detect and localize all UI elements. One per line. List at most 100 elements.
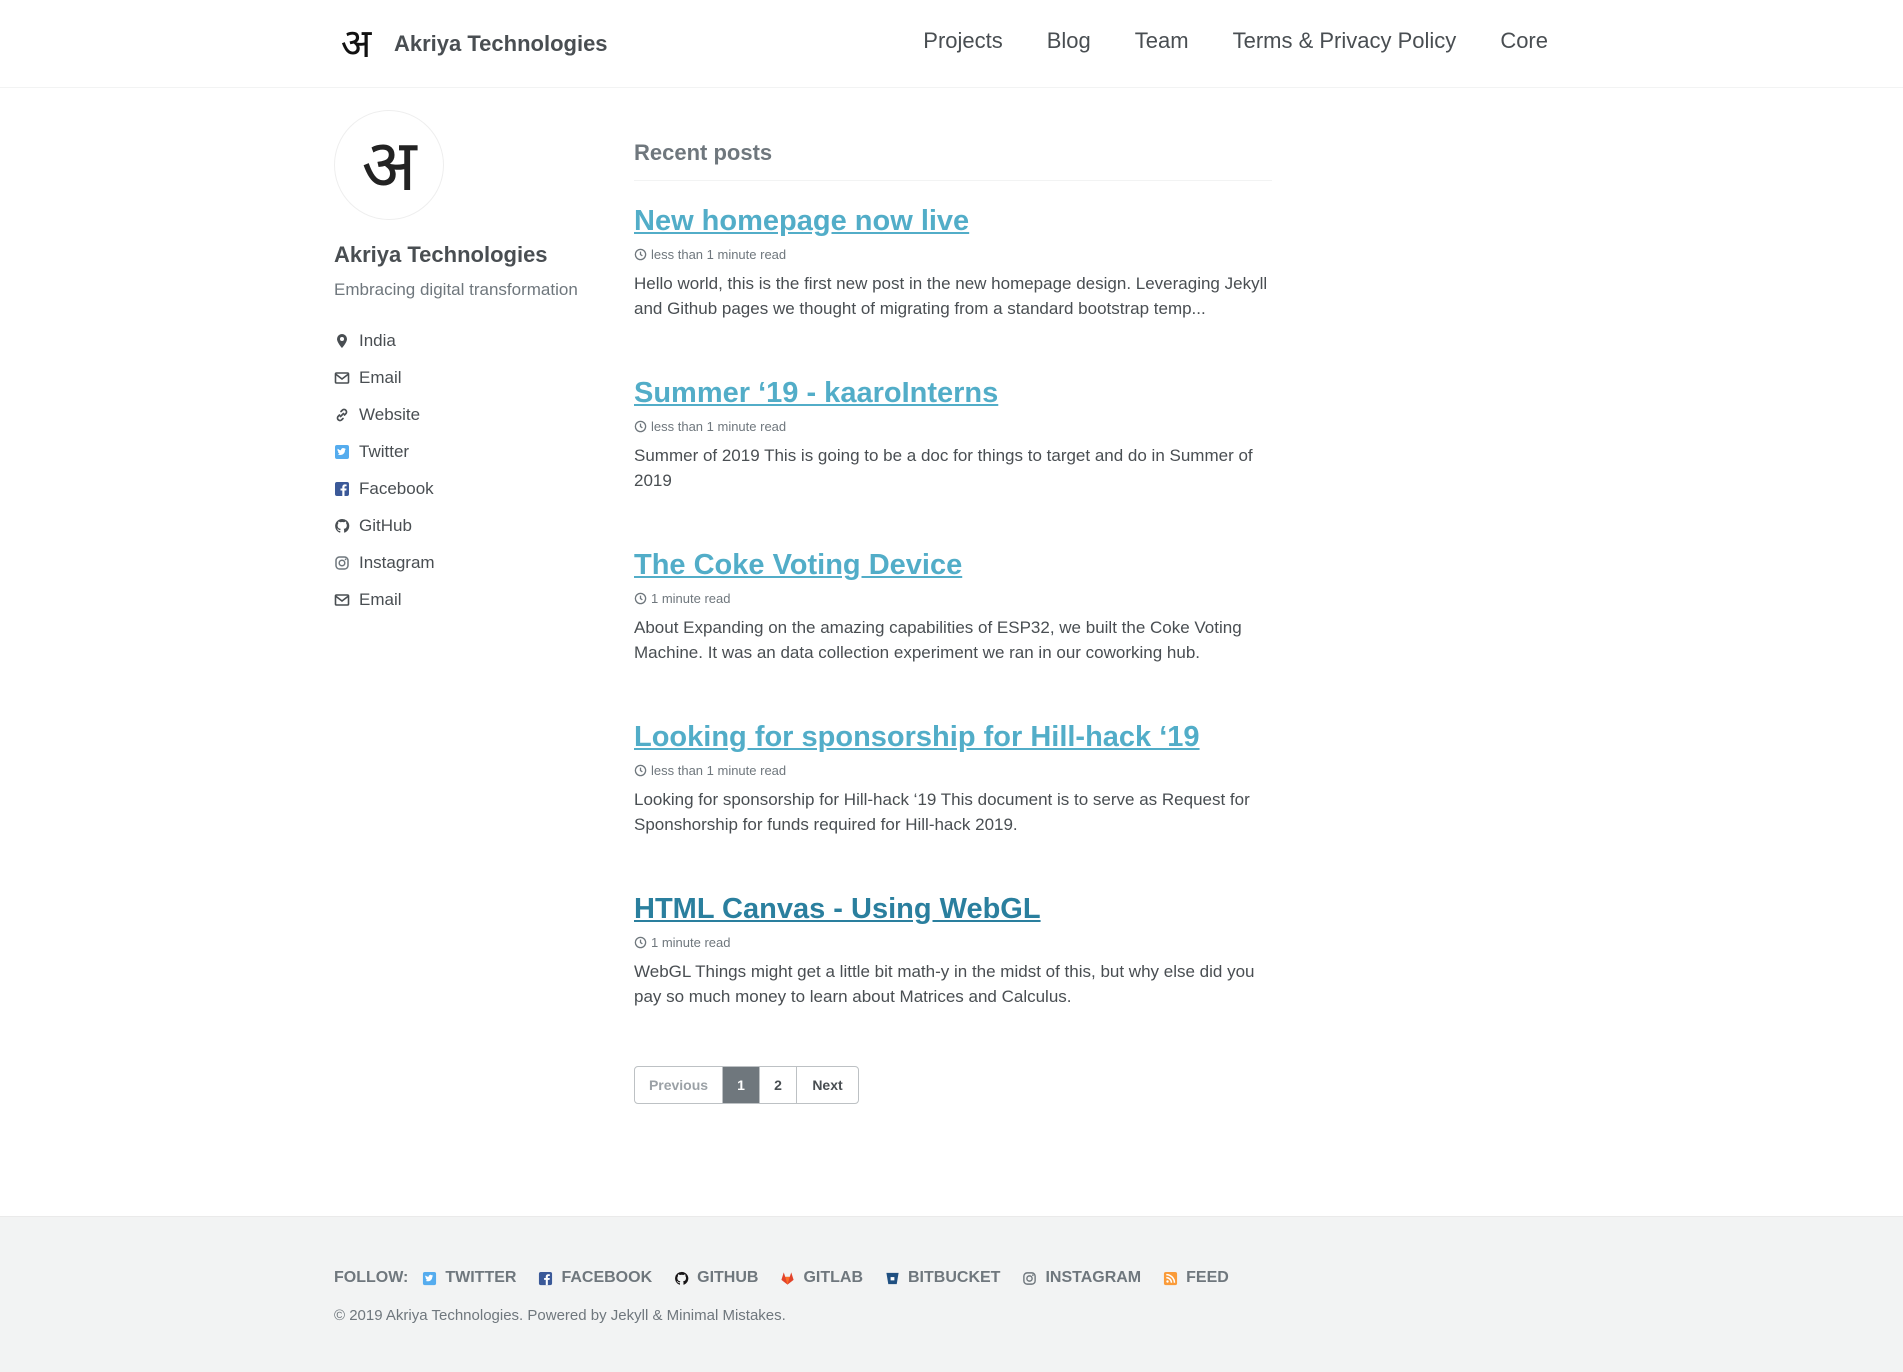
author-sidebar: अ Akriya Technologies Embracing digital … bbox=[334, 110, 604, 618]
pagination: Previous 1 2 Next bbox=[634, 1066, 859, 1104]
author-link-label[interactable]: Email bbox=[359, 590, 402, 610]
post-item: Looking for sponsorship for Hill-hack ‘1… bbox=[634, 715, 1272, 887]
post-meta: 1 minute read bbox=[634, 933, 1272, 951]
author-link-label[interactable]: GitHub bbox=[359, 516, 412, 536]
read-time: 1 minute read bbox=[651, 934, 731, 950]
author-link-website[interactable]: Website bbox=[334, 396, 604, 433]
read-time: less than 1 minute read bbox=[651, 246, 787, 262]
author-bio: Embracing digital transformation bbox=[334, 280, 578, 299]
rss-icon bbox=[1164, 1271, 1178, 1285]
envelope-icon bbox=[334, 592, 350, 608]
pagination-next[interactable]: Next bbox=[797, 1067, 858, 1103]
nav-core[interactable]: Core bbox=[1500, 28, 1548, 54]
author-link-label[interactable]: Email bbox=[359, 368, 402, 388]
post-item: Summer ‘19 - kaaroInterns less than 1 mi… bbox=[634, 371, 1272, 543]
follow-label: FOLLOW: bbox=[334, 1269, 409, 1286]
read-time: less than 1 minute read bbox=[651, 418, 787, 434]
clock-icon bbox=[634, 764, 647, 776]
footer-follow: FOLLOW: TWITTER FACEBOOK GITHUB GITLAB B… bbox=[334, 1269, 1251, 1287]
pagination-page-1[interactable]: 1 bbox=[723, 1067, 760, 1103]
footer-link-label[interactable]: FEED bbox=[1186, 1269, 1229, 1287]
clock-icon bbox=[634, 936, 647, 948]
read-time: 1 minute read bbox=[651, 590, 731, 606]
site-logo[interactable]: अ bbox=[334, 20, 378, 68]
post-title-link[interactable]: The Coke Voting Device bbox=[634, 543, 1272, 587]
author-links: India Email Website Twitter Facebook Git… bbox=[334, 322, 604, 618]
author-link-email-2[interactable]: Email bbox=[334, 581, 604, 618]
post-meta: 1 minute read bbox=[634, 589, 1272, 607]
author-link-facebook[interactable]: Facebook bbox=[334, 470, 604, 507]
post-title-link[interactable]: Summer ‘19 - kaaroInterns bbox=[634, 371, 1272, 415]
footer-link-facebook[interactable]: FACEBOOK bbox=[538, 1269, 652, 1287]
author-link-twitter[interactable]: Twitter bbox=[334, 433, 604, 470]
post-excerpt: WebGL Things might get a little bit math… bbox=[634, 962, 1255, 1006]
map-marker-icon bbox=[334, 333, 350, 349]
twitter-icon bbox=[423, 1271, 437, 1285]
author-link-label: India bbox=[359, 330, 396, 350]
footer-link-bitbucket[interactable]: BITBUCKET bbox=[885, 1269, 1000, 1287]
envelope-icon bbox=[334, 370, 350, 386]
author-link-location: India bbox=[334, 322, 604, 359]
avatar: अ bbox=[334, 110, 444, 220]
post-item: HTML Canvas - Using WebGL 1 minute read … bbox=[634, 887, 1272, 1059]
github-icon bbox=[675, 1271, 689, 1285]
link-icon bbox=[334, 407, 350, 423]
copyright: © 2019 Akriya Technologies. Powered by J… bbox=[334, 1307, 786, 1324]
footer-link-label[interactable]: BITBUCKET bbox=[908, 1269, 1000, 1287]
footer-link-label[interactable]: GITHUB bbox=[697, 1269, 758, 1287]
post-excerpt: Looking for sponsorship for Hill-hack ‘1… bbox=[634, 790, 1250, 834]
author-link-instagram[interactable]: Instagram bbox=[334, 544, 604, 581]
footer-link-label[interactable]: GITLAB bbox=[803, 1269, 863, 1287]
author-link-label[interactable]: Twitter bbox=[359, 442, 409, 462]
page-footer: FOLLOW: TWITTER FACEBOOK GITHUB GITLAB B… bbox=[0, 1216, 1903, 1372]
footer-link-label[interactable]: TWITTER bbox=[445, 1269, 516, 1287]
author-link-email[interactable]: Email bbox=[334, 359, 604, 396]
post-excerpt: Hello world, this is the first new post … bbox=[634, 274, 1268, 318]
footer-link-feed[interactable]: FEED bbox=[1163, 1269, 1229, 1287]
read-time: less than 1 minute read bbox=[651, 762, 787, 778]
main-nav: Projects Blog Team Terms & Privacy Polic… bbox=[923, 28, 1548, 54]
footer-link-label[interactable]: FACEBOOK bbox=[561, 1269, 652, 1287]
post-title-link[interactable]: Looking for sponsorship for Hill-hack ‘1… bbox=[634, 715, 1272, 759]
bitbucket-icon bbox=[886, 1272, 899, 1284]
author-link-label[interactable]: Instagram bbox=[359, 553, 435, 573]
author-link-label[interactable]: Facebook bbox=[359, 479, 434, 499]
author-link-github[interactable]: GitHub bbox=[334, 507, 604, 544]
post-item: The Coke Voting Device 1 minute read Abo… bbox=[634, 543, 1272, 715]
author-name: Akriya Technologies bbox=[334, 242, 548, 267]
masthead: अ Akriya Technologies Projects Blog Team… bbox=[0, 0, 1903, 88]
nav-projects[interactable]: Projects bbox=[923, 28, 1002, 54]
post-meta: less than 1 minute read bbox=[634, 245, 1272, 263]
clock-icon bbox=[634, 420, 647, 432]
footer-link-instagram[interactable]: INSTAGRAM bbox=[1022, 1269, 1141, 1287]
twitter-icon bbox=[334, 444, 350, 460]
recent-posts: Recent posts New homepage now live less … bbox=[634, 140, 1272, 1059]
footer-link-gitlab[interactable]: GITLAB bbox=[780, 1269, 863, 1287]
clock-icon bbox=[634, 592, 647, 604]
instagram-icon bbox=[1023, 1271, 1037, 1285]
footer-link-github[interactable]: GITHUB bbox=[674, 1269, 758, 1287]
post-item: New homepage now live less than 1 minute… bbox=[634, 199, 1272, 371]
pagination-previous: Previous bbox=[635, 1067, 723, 1103]
instagram-icon bbox=[334, 555, 350, 571]
facebook-icon bbox=[539, 1271, 553, 1285]
post-title-link[interactable]: HTML Canvas - Using WebGL bbox=[634, 887, 1272, 931]
footer-link-label[interactable]: INSTAGRAM bbox=[1045, 1269, 1141, 1287]
footer-link-twitter[interactable]: TWITTER bbox=[422, 1269, 516, 1287]
pagination-page-2[interactable]: 2 bbox=[760, 1067, 797, 1103]
nav-blog[interactable]: Blog bbox=[1047, 28, 1091, 54]
clock-icon bbox=[634, 248, 647, 260]
post-title-link[interactable]: New homepage now live bbox=[634, 199, 1272, 243]
post-excerpt: Summer of 2019 This is going to be a doc… bbox=[634, 446, 1253, 490]
post-excerpt: About Expanding on the amazing capabilit… bbox=[634, 618, 1242, 662]
section-title: Recent posts bbox=[634, 140, 1272, 181]
post-meta: less than 1 minute read bbox=[634, 417, 1272, 435]
github-icon bbox=[334, 518, 350, 534]
site-title[interactable]: Akriya Technologies bbox=[394, 31, 608, 57]
facebook-icon bbox=[334, 481, 350, 497]
nav-team[interactable]: Team bbox=[1135, 28, 1189, 54]
author-link-label[interactable]: Website bbox=[359, 405, 420, 425]
site-logo-link[interactable]: अ Akriya Technologies bbox=[334, 20, 608, 68]
nav-terms-privacy[interactable]: Terms & Privacy Policy bbox=[1233, 28, 1457, 54]
gitlab-icon bbox=[781, 1271, 795, 1285]
